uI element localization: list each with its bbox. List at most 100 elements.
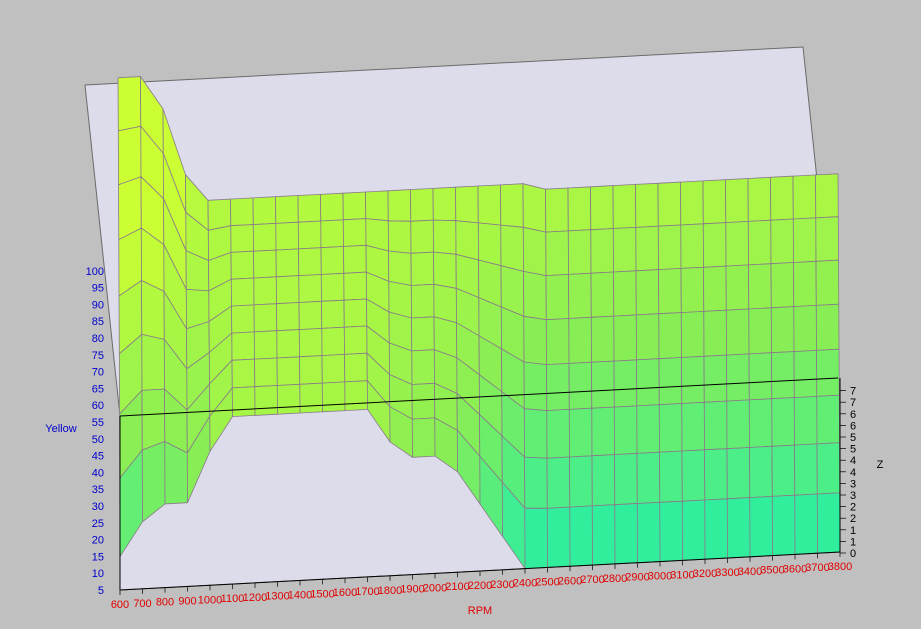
surface-cell	[410, 251, 435, 286]
surface-cell	[659, 450, 683, 503]
surface-cell	[275, 248, 300, 278]
surface-cell	[771, 397, 795, 447]
surface-cell	[747, 176, 772, 222]
surface-cell	[253, 249, 277, 279]
surface-cell	[794, 493, 818, 555]
x-tick-label: 2500	[535, 576, 559, 588]
surface-cell	[321, 326, 345, 357]
surface-cell	[320, 272, 345, 302]
surface-cell	[613, 314, 637, 362]
x-tick-label: 800	[156, 597, 174, 609]
surface-cell	[567, 186, 592, 232]
surface-cell	[614, 503, 638, 565]
z-tick-label: 3	[850, 478, 856, 490]
z-tick-label: 6	[850, 409, 856, 421]
x-tick-label: 3800	[828, 561, 852, 573]
x-tick-label: 3300	[715, 567, 739, 579]
surface-cell	[771, 351, 795, 400]
surface-cell	[749, 495, 773, 558]
surface-cell	[320, 192, 344, 222]
x-tick-label: 900	[178, 595, 196, 607]
surface-cell	[252, 196, 277, 226]
surface-cell	[297, 220, 322, 250]
z-tick-label: 2	[850, 502, 856, 514]
surface-cell	[230, 250, 255, 280]
surface-cell	[500, 183, 524, 228]
surface-cell	[815, 303, 840, 351]
surface-cell	[771, 444, 796, 497]
surface-cell	[816, 394, 840, 445]
surface-cell	[657, 224, 682, 271]
surface-cell	[815, 173, 839, 219]
surface-cell	[770, 306, 795, 354]
x-tick-label: 1500	[310, 588, 334, 600]
surface-cell	[343, 244, 367, 274]
z-axis-title: Z	[877, 459, 884, 471]
surface-cell	[726, 353, 750, 402]
surface-cell	[477, 222, 502, 267]
surface-cell	[320, 219, 344, 249]
surface-cell	[591, 360, 615, 409]
surface-cell	[410, 283, 435, 319]
surface-cell	[568, 361, 593, 410]
surface-cell	[523, 315, 547, 366]
surface-cell	[523, 408, 548, 459]
surface-cell	[726, 447, 751, 500]
surface-cell	[748, 307, 772, 355]
z-tick-label: 0	[850, 548, 856, 560]
surface-cell	[567, 229, 592, 275]
surface-cell	[387, 189, 412, 222]
surface-cell	[545, 187, 569, 233]
surface-cell	[275, 275, 300, 305]
surface-cell	[231, 331, 255, 361]
surface-cell	[770, 262, 795, 309]
surface-chart: 600 700 800 900 1000110012001300140015001600…	[45, 46, 884, 617]
x-tick-label: 1200	[243, 592, 267, 604]
surface-cell	[546, 506, 571, 568]
surface-cell	[816, 348, 840, 397]
surface-cell	[793, 304, 817, 353]
y-tick-label: 20	[92, 535, 104, 547]
y-tick-label: 50	[92, 434, 104, 446]
x-tick-label: 2300	[490, 579, 514, 591]
surface-cell	[568, 407, 593, 458]
z-tick-label: 7	[850, 386, 856, 398]
surface-cell	[299, 382, 323, 414]
surface-cell	[230, 224, 254, 253]
z-tick-label: 1	[850, 525, 856, 537]
x-tick-label: 3700	[805, 562, 829, 574]
surface-cell	[816, 492, 841, 554]
surface-cell	[703, 400, 728, 451]
surface-cell	[590, 271, 615, 318]
surface-cell	[230, 277, 255, 307]
surface-cell	[704, 448, 728, 501]
surface-cell	[254, 357, 278, 388]
surface-cell	[681, 499, 706, 561]
surface-cell	[231, 304, 255, 334]
surface-cell	[815, 259, 840, 306]
x-tick-label: 1400	[288, 590, 312, 602]
surface-cell	[703, 309, 727, 357]
y-tick-label: 35	[92, 484, 104, 496]
surface-cell	[117, 76, 142, 132]
x-tick-label: 2800	[603, 573, 627, 585]
surface-cell	[726, 497, 751, 559]
surface-cell	[591, 406, 615, 457]
x-tick-label: 2600	[558, 575, 582, 587]
y-tick-label: 95	[92, 283, 104, 295]
surface-cell	[207, 198, 232, 231]
surface-cell	[569, 505, 593, 567]
x-tick-label: 3000	[648, 571, 672, 583]
x-tick-label: 3400	[738, 566, 762, 578]
y-tick-label: 10	[92, 568, 104, 580]
surface-cell	[636, 451, 661, 504]
surface-cell	[568, 272, 592, 319]
y-tick-label: 30	[92, 501, 104, 513]
surface-cell	[613, 405, 638, 456]
surface-cell	[477, 184, 502, 226]
surface-cell	[748, 263, 772, 310]
surface-cell	[253, 276, 277, 306]
x-tick-label: 2700	[580, 574, 604, 586]
surface-cell	[523, 361, 548, 412]
surface-cell	[659, 500, 683, 562]
